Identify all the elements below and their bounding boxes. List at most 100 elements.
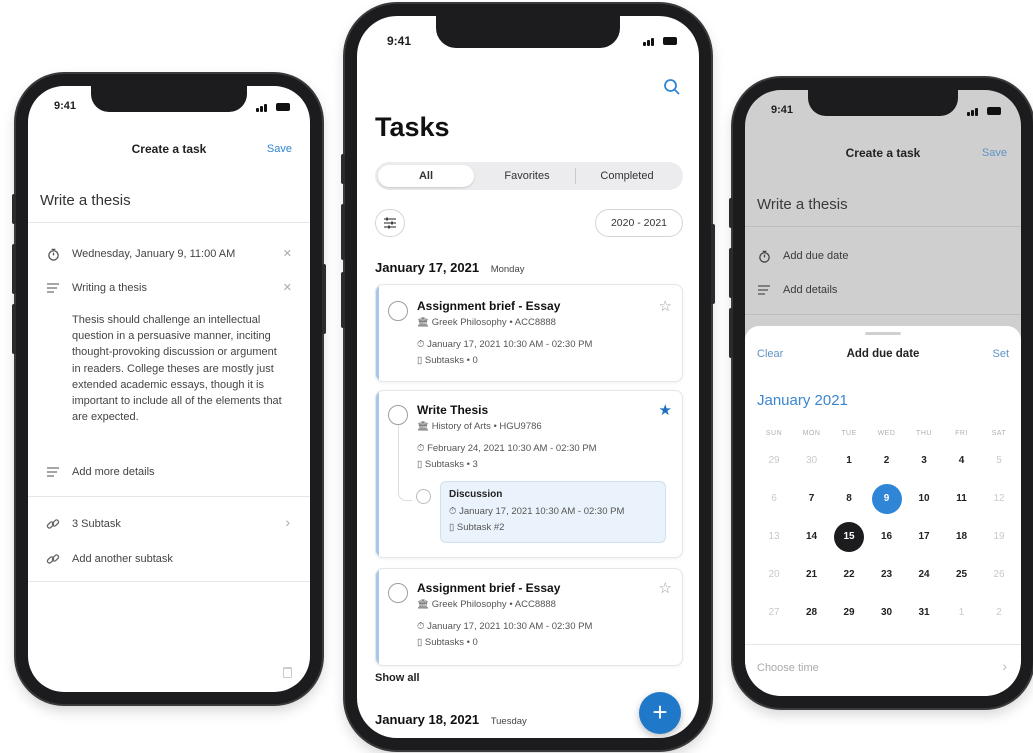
calendar-day[interactable]: 25: [947, 560, 977, 590]
calendar-day[interactable]: 1: [834, 446, 864, 476]
calendar-day[interactable]: 14: [797, 522, 827, 552]
status-time: 9:41: [54, 100, 77, 112]
add-more-details-row[interactable]: Add more details: [46, 464, 292, 480]
filter-sliders-icon: [384, 217, 396, 229]
due-date-row[interactable]: Wednesday, January 9, 11:00 AM: [46, 246, 292, 262]
tab-favorites[interactable]: Favorites: [479, 165, 575, 187]
signal-battery-icon: [256, 102, 290, 112]
task-card[interactable]: Assignment brief - Essay ☆ 🏛︎ Greek Phil…: [375, 284, 683, 382]
subtask-checkbox[interactable]: [416, 489, 431, 504]
add-due-date-row[interactable]: Add due date: [757, 248, 1003, 264]
subtask-title: Discussion: [449, 489, 503, 500]
calendar-day[interactable]: 16: [872, 522, 902, 552]
details-lines-icon: [46, 465, 60, 479]
calendar-day[interactable]: 18: [947, 522, 977, 552]
star-icon[interactable]: ☆: [659, 579, 672, 597]
save-button[interactable]: Save: [982, 147, 1007, 159]
calendar-day[interactable]: 8: [834, 484, 864, 514]
calendar-day[interactable]: 30: [797, 446, 827, 476]
calendar-day[interactable]: 31: [909, 598, 939, 628]
complete-checkbox[interactable]: [388, 301, 408, 321]
calendar-day-selected[interactable]: 9: [871, 484, 902, 514]
add-subtask-row[interactable]: Add another subtask: [46, 551, 292, 567]
calendar-day[interactable]: 19: [984, 522, 1014, 552]
phone-left: 9:41 Create a task Save Write a thesis W…: [12, 74, 326, 704]
calendar-day[interactable]: 26: [984, 560, 1014, 590]
add-task-fab[interactable]: +: [639, 692, 681, 734]
complete-checkbox[interactable]: [388, 405, 408, 425]
calendar-day[interactable]: 27: [759, 598, 789, 628]
chevron-right-icon: ›: [1002, 658, 1007, 674]
star-filled-icon[interactable]: ★: [659, 401, 672, 419]
trash-icon[interactable]: [283, 667, 292, 678]
add-more-details-label: Add more details: [72, 466, 155, 478]
star-icon[interactable]: ☆: [659, 297, 672, 315]
calendar-day[interactable]: 17: [909, 522, 939, 552]
task-card[interactable]: Assignment brief - Essay ☆ 🏛︎ Greek Phil…: [375, 568, 683, 666]
set-button[interactable]: Set: [992, 348, 1009, 360]
calendar-day[interactable]: 13: [759, 522, 789, 552]
link-icon: [46, 552, 60, 566]
tab-all[interactable]: All: [378, 165, 474, 187]
choose-time-row[interactable]: Choose time: [757, 662, 819, 674]
add-due-date-label: Add due date: [783, 250, 849, 262]
details-lines-icon: [757, 283, 771, 297]
show-all-link[interactable]: Show all: [375, 672, 420, 684]
task-card[interactable]: Write Thesis ★ 🏛︎ History of Arts • HGU9…: [375, 390, 683, 558]
add-details-row[interactable]: Add details: [757, 282, 1003, 298]
signal-battery-icon: [643, 36, 677, 46]
task-title-input[interactable]: Write a thesis: [40, 192, 131, 209]
save-button[interactable]: Save: [267, 143, 292, 155]
calendar-day[interactable]: 12: [984, 484, 1014, 514]
clock-icon: ⏱︎: [417, 339, 428, 350]
weekday-label: MON: [802, 430, 821, 437]
building-icon: 🏛︎: [417, 421, 432, 432]
calendar-day[interactable]: 30: [872, 598, 902, 628]
calendar-day[interactable]: 2: [872, 446, 902, 476]
subtask-label: ▯ Subtask #2: [449, 522, 505, 533]
page-title: Tasks: [375, 112, 450, 142]
clear-due-date-icon[interactable]: ✕: [283, 247, 292, 260]
clock-icon: ⏱︎: [417, 621, 428, 632]
calendar-day[interactable]: 29: [759, 446, 789, 476]
subtasks-row[interactable]: 3 Subtask: [46, 516, 292, 532]
details-row[interactable]: Writing a thesis: [46, 280, 292, 296]
tab-completed[interactable]: Completed: [577, 165, 677, 187]
calendar-day[interactable]: 11: [947, 484, 977, 514]
filter-button[interactable]: [375, 209, 405, 237]
calendar-day[interactable]: 24: [909, 560, 939, 590]
weekday-label: WED: [877, 430, 896, 437]
sheet-grabber[interactable]: [865, 332, 901, 335]
details-body: Thesis should challenge an intellectual …: [72, 314, 282, 424]
search-icon[interactable]: [663, 78, 681, 101]
task-title: Assignment brief - Essay: [417, 581, 561, 595]
timer-icon: [46, 247, 60, 261]
year-range-button[interactable]: 2020 - 2021: [595, 209, 683, 237]
chevron-right-icon: ›: [285, 514, 290, 530]
calendar-day[interactable]: 21: [797, 560, 827, 590]
calendar-day[interactable]: 1: [947, 598, 977, 628]
subtask-card[interactable]: Discussion ⏱︎ January 17, 2021 10:30 AM …: [440, 481, 666, 543]
task-title-input[interactable]: Write a thesis: [757, 196, 848, 213]
complete-checkbox[interactable]: [388, 583, 408, 603]
clear-details-icon[interactable]: ✕: [283, 281, 292, 294]
calendar-month[interactable]: January 2021: [757, 392, 848, 409]
calendar-day[interactable]: 28: [797, 598, 827, 628]
calendar-day[interactable]: 20: [759, 560, 789, 590]
calendar-day[interactable]: 10: [909, 484, 939, 514]
clock-icon: ⏱︎: [449, 506, 460, 517]
calendar-day[interactable]: 23: [872, 560, 902, 590]
calendar-day[interactable]: 2: [984, 598, 1014, 628]
calendar-day[interactable]: 5: [984, 446, 1014, 476]
calendar-day[interactable]: 3: [909, 446, 939, 476]
calendar-day-today[interactable]: 15: [834, 522, 864, 552]
calendar-day[interactable]: 29: [834, 598, 864, 628]
group-weekday: Tuesday: [490, 716, 527, 727]
calendar-day[interactable]: 4: [947, 446, 977, 476]
group-weekday: Monday: [490, 264, 525, 275]
weekday-label: TUE: [841, 430, 857, 437]
calendar-day[interactable]: 22: [834, 560, 864, 590]
calendar-day[interactable]: 6: [759, 484, 789, 514]
add-subtask-label: Add another subtask: [72, 553, 173, 565]
calendar-day[interactable]: 7: [797, 484, 827, 514]
